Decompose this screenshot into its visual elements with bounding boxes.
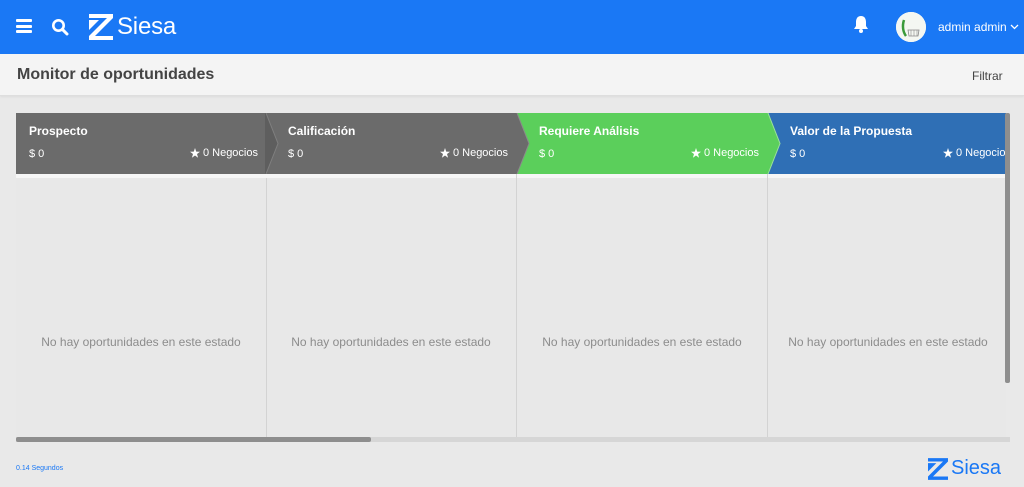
column-header[interactable]: Prospecto $ 0 0 Negocios [16,113,266,174]
menu-icon[interactable] [16,19,32,33]
brand-name: Siesa [117,13,177,40]
column-divider [517,174,767,178]
search-icon[interactable] [51,18,69,36]
pipeline-column-calificacion: Calificación $ 0 0 Negocios No hay oport… [265,113,517,438]
empty-state: No hay oportunidades en este estado [788,335,988,349]
top-bar: Siesa admin admin [0,0,1024,54]
horizontal-scrollbar[interactable] [16,437,371,442]
chevron-down-icon [1010,24,1019,30]
avatar[interactable] [896,12,926,42]
column-divider [16,174,266,178]
column-deals: 0 Negocios [690,147,759,159]
star-icon [690,148,701,158]
pipeline-board: Prospecto $ 0 0 Negocios No hay oportuni… [16,113,1006,438]
chevron-separator-icon [767,113,781,174]
column-deals-label: 0 Negocios [955,147,1006,159]
column-name: Requiere Análisis [539,124,640,138]
footer-logo: Siesa [928,457,1001,480]
brand-logo[interactable]: Siesa [89,13,176,41]
avatar-image [896,12,926,42]
column-name: Calificación [288,124,356,138]
empty-state: No hay oportunidades en este estado [542,335,742,349]
column-deals: 0 Negocios [189,147,258,159]
column-deals: 0 Negocios [439,147,508,159]
column-header[interactable]: Calificación $ 0 0 Negocios [265,113,516,174]
load-time-text: 0.14 Segundos [16,465,64,472]
bell-icon[interactable] [851,14,871,34]
filter-button[interactable]: Filtrar [972,69,1003,83]
vertical-scrollbar[interactable] [1005,113,1010,383]
siesa-logo-icon [928,457,948,480]
empty-state: No hay oportunidades en este estado [291,335,491,349]
column-deals-label: 0 Negocios [703,147,759,159]
star-icon [942,148,953,158]
column-divider [266,174,516,178]
column-deals-label: 0 Negocios [202,147,258,159]
pipeline-column-prospecto: Prospecto $ 0 0 Negocios No hay oportuni… [16,113,267,438]
column-amount: $ 0 [790,148,806,160]
page-header: Monitor de oportunidades Filtrar [0,54,1024,96]
column-header[interactable]: Requiere Análisis $ 0 0 Negocios [516,113,767,174]
footer-brand-name: Siesa [951,457,1002,479]
star-icon [189,148,200,158]
column-name: Valor de la Propuesta [790,124,913,138]
column-deals: 0 Negocios [942,147,1006,159]
siesa-logo-icon [89,14,113,40]
user-name: admin admin [938,20,1007,34]
empty-state: No hay oportunidades en este estado [41,335,241,349]
column-name: Prospecto [29,124,88,138]
pipeline-column-requiere-analisis: Requiere Análisis $ 0 0 Negocios No hay … [516,113,768,438]
column-header[interactable]: Valor de la Propuesta $ 0 0 Negocios [767,113,1006,174]
page-title: Monitor de oportunidades [17,66,215,83]
pipeline-column-valor-propuesta: Valor de la Propuesta $ 0 0 Negocios No … [767,113,1006,438]
column-amount: $ 0 [29,148,45,160]
column-amount: $ 0 [288,148,304,160]
column-amount: $ 0 [539,148,555,160]
chevron-separator-icon [516,113,530,174]
star-icon [439,148,450,158]
column-deals-label: 0 Negocios [452,147,508,159]
column-divider [768,174,1006,178]
user-menu[interactable]: admin admin [938,20,1019,34]
chevron-separator-icon [265,113,279,174]
